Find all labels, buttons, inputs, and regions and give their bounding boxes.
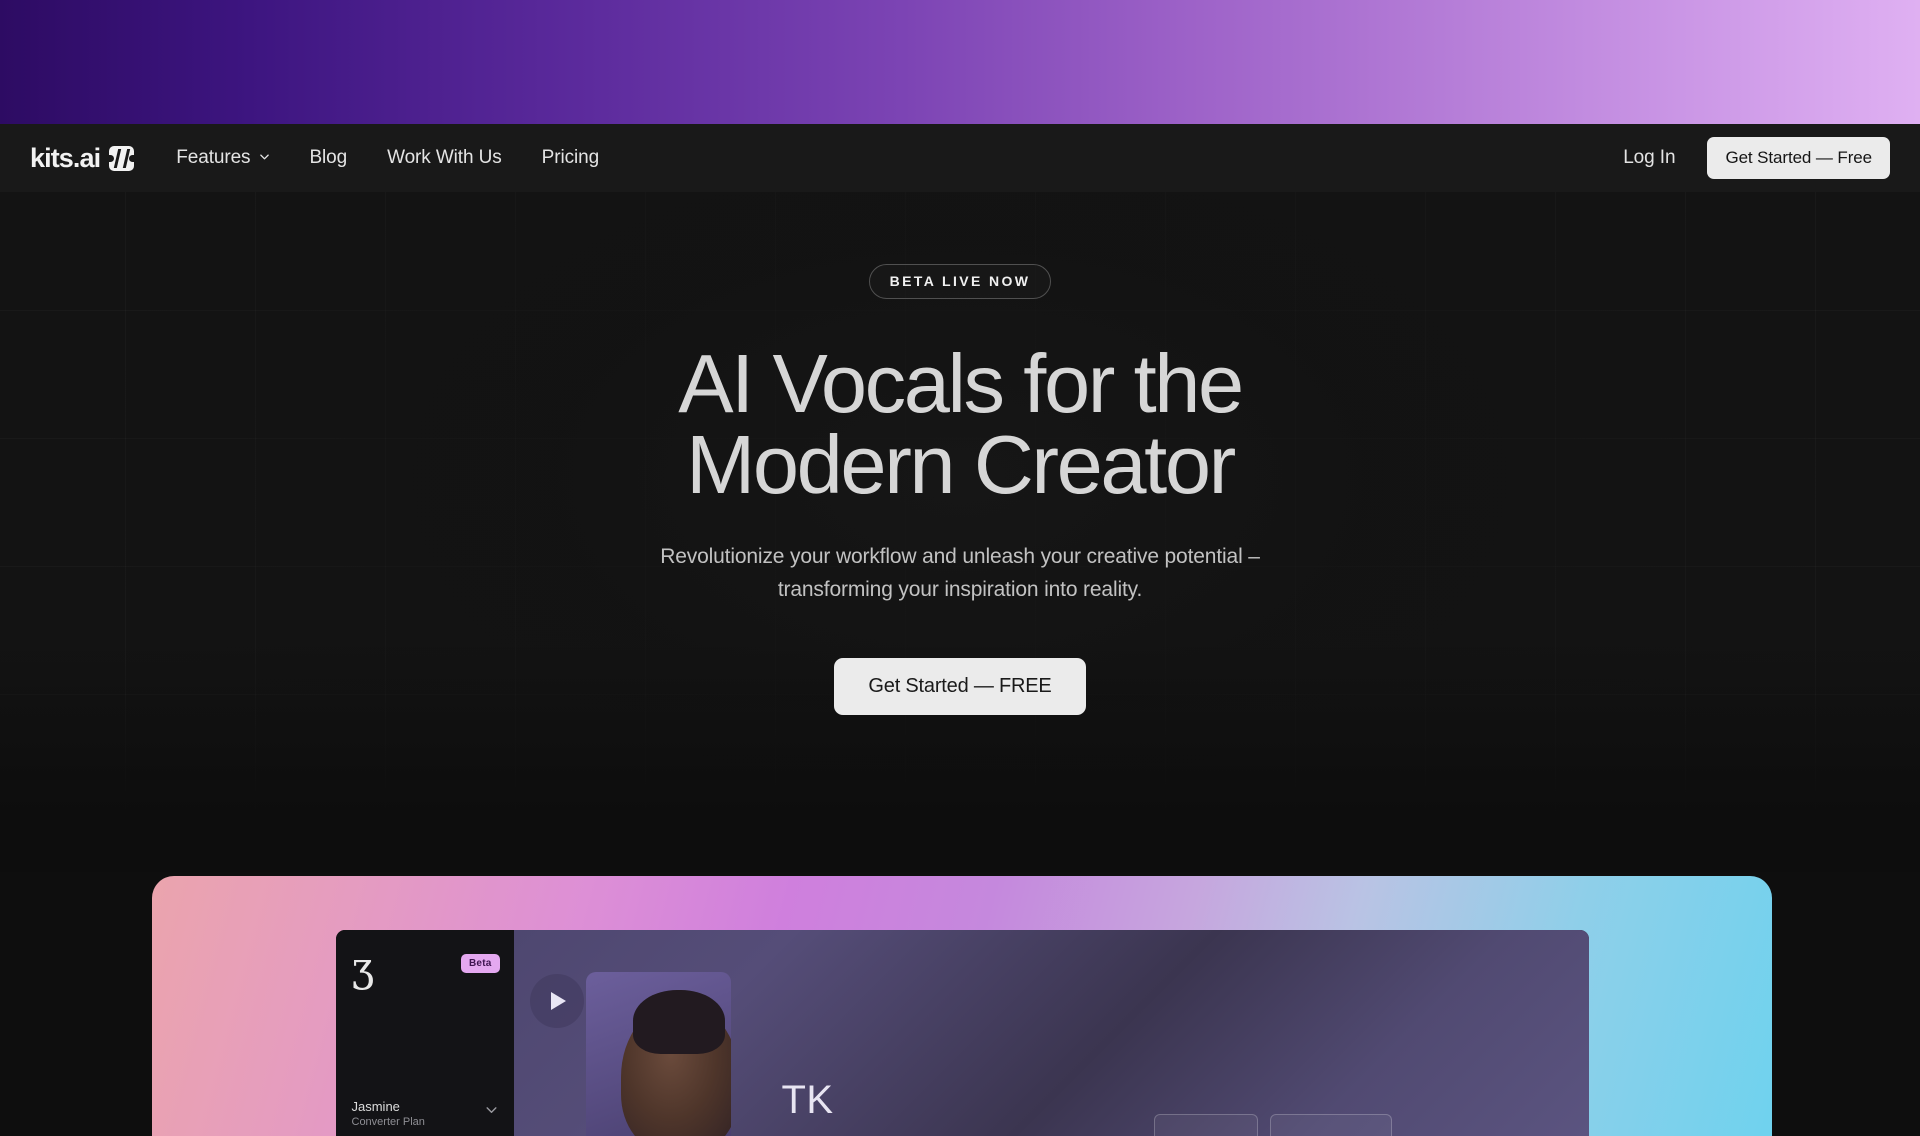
chevron-down-icon: [259, 151, 270, 161]
nav-item-blog-label: Blog: [309, 147, 348, 168]
play-icon[interactable]: [529, 974, 584, 1028]
nav-item-blog[interactable]: Blog: [289, 147, 367, 169]
hero-section: BETA LIVE NOW AI Vocals for the Modern C…: [0, 192, 1920, 872]
brand-logo-text: kits.ai: [30, 142, 101, 173]
app-preview-artist-hair: [632, 990, 725, 1054]
hero-headline-line-1: AI Vocals for the: [678, 337, 1244, 430]
nav-get-started-button[interactable]: Get Started — Free: [1707, 137, 1890, 179]
app-preview-action-buttons: [1153, 1114, 1392, 1136]
nav-item-features-label: Features: [176, 147, 251, 168]
nav-item-pricing[interactable]: Pricing: [522, 147, 619, 169]
hero-headline: AI Vocals for the Modern Creator: [678, 342, 1244, 511]
app-preview-beta-badge: Beta: [461, 954, 500, 973]
chevron-down-icon: [485, 1103, 498, 1116]
nav-right-group: Log In Get Started — Free: [1613, 137, 1890, 179]
app-preview-action-button-1[interactable]: [1153, 1114, 1258, 1136]
nav-links: Features Blog Work With Us Pricing: [176, 147, 619, 169]
app-preview-user-menu[interactable]: Jasmine Converter Plan: [352, 1098, 500, 1130]
nav-item-work-with-us[interactable]: Work With Us: [367, 147, 522, 169]
beta-status-badge: BETA LIVE NOW: [868, 264, 1052, 299]
nav-item-work-with-us-label: Work With Us: [387, 147, 502, 168]
main-navigation-bar: kits.ai Features Blog Work With Us Prici…: [0, 124, 1920, 192]
app-preview-screen: ʒ Beta Jasmine Converter Plan TK: [335, 930, 1589, 1136]
top-gradient-banner: [0, 0, 1920, 124]
nav-item-pricing-label: Pricing: [541, 147, 600, 168]
app-preview-track-title: TK: [781, 1078, 834, 1122]
login-link[interactable]: Log In: [1613, 143, 1685, 173]
app-preview-main-area: TK: [513, 930, 1589, 1136]
app-preview-video-thumbnail[interactable]: [585, 972, 731, 1136]
app-preview-user-plan: Converter Plan: [351, 1116, 425, 1129]
hero-content: BETA LIVE NOW AI Vocals for the Modern C…: [0, 192, 1920, 716]
hero-subheading: Revolutionize your workflow and unleash …: [660, 545, 1260, 601]
hero-headline-line-2: Modern Creator: [686, 417, 1236, 511]
nav-left-group: kits.ai Features Blog Work With Us Prici…: [30, 142, 619, 173]
hero-get-started-button[interactable]: Get Started — FREE: [834, 658, 1086, 716]
kits-logo-mark-icon: [109, 145, 135, 171]
app-preview-user-name: Jasmine: [351, 1098, 400, 1114]
nav-item-features[interactable]: Features: [176, 147, 289, 169]
app-preview-sidebar: ʒ Beta Jasmine Converter Plan: [335, 930, 514, 1136]
app-preview-card: ʒ Beta Jasmine Converter Plan TK: [152, 876, 1772, 1136]
app-preview-action-button-2[interactable]: [1269, 1114, 1392, 1136]
brand-logo[interactable]: kits.ai: [30, 142, 135, 173]
